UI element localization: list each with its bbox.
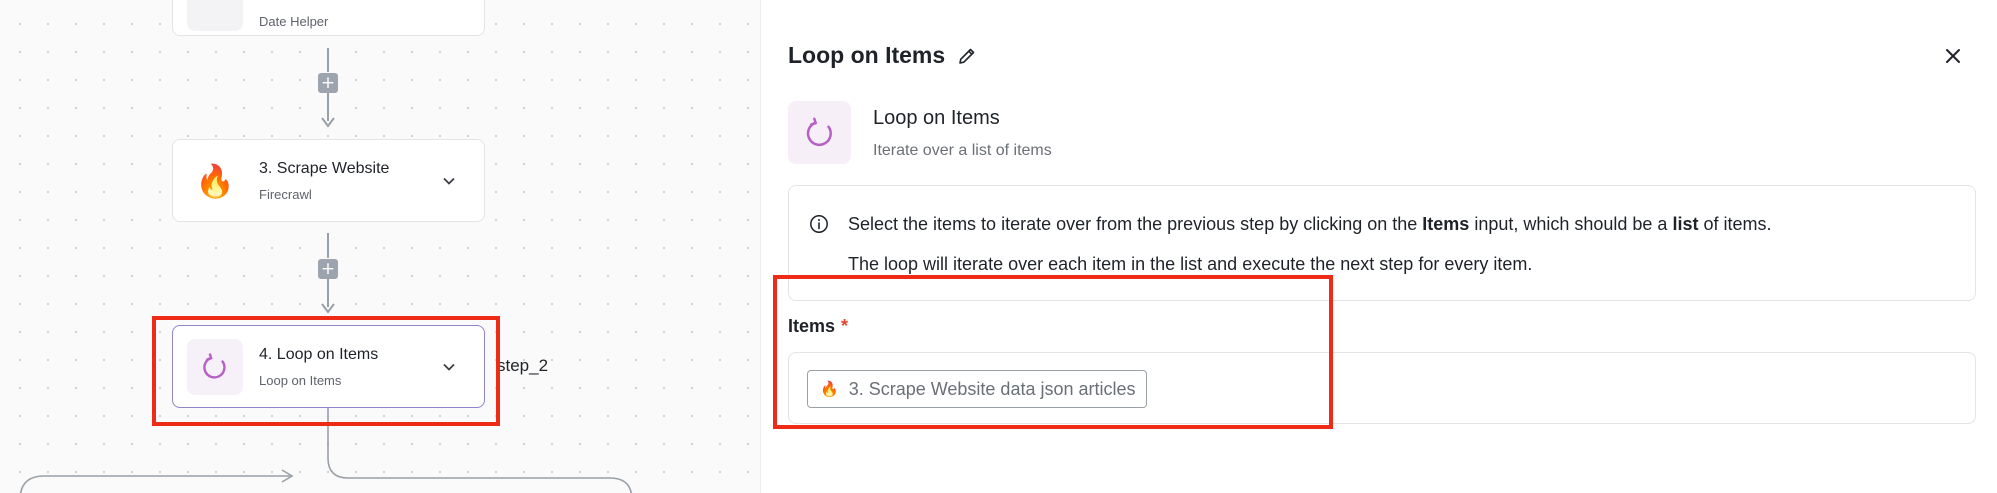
loop-icon [788,101,851,164]
connector-line [327,233,329,258]
node-subtitle: Loop on Items [259,372,342,388]
items-input[interactable]: 🔥 3. Scrape Website data json articles [788,352,1976,424]
required-mark: * [841,316,849,336]
date-helper-icon [187,0,243,31]
node-title: 4. Loop on Items [259,345,379,363]
node-title: 3. Scrape Website [259,159,390,177]
step-name: Loop on Items [873,107,1000,129]
panel-title-text: Loop on Items [788,42,946,68]
step-header: Loop on Items Iterate over a list of ite… [788,101,1052,164]
info-text-line-1: Select the items to iterate over from th… [848,214,1772,234]
flow-node-loop-on-items[interactable]: 4. Loop on Items Loop on Items [172,325,485,408]
flow-canvas[interactable]: Date Helper + 🔥 3. Scrape Website Firecr… [0,0,760,493]
flow-node-date-helper[interactable]: Date Helper [172,0,485,36]
info-text-line-2: The loop will iterate over each item in … [848,254,1533,274]
loop-icon [187,338,243,395]
fire-icon: 🔥 [195,162,235,199]
items-value-chip[interactable]: 🔥 3. Scrape Website data json articles [807,370,1147,408]
chevron-down-icon[interactable] [442,360,456,374]
branch-label: step_2 [497,356,549,375]
pencil-icon[interactable] [957,46,977,66]
step-settings-panel: Loop on Items Loop on Items Iterate over… [760,0,1997,493]
node-subtitle: Firecrawl [259,186,312,202]
items-field-label: Items * [788,316,849,336]
node-subtitle: Date Helper [259,13,329,29]
flow-node-scrape-website[interactable]: 🔥 3. Scrape Website Firecrawl [172,139,485,222]
info-icon [810,215,828,233]
panel-title: Loop on Items [788,42,977,69]
chip-text: 3. Scrape Website data json articles [848,378,1136,399]
chevron-down-icon[interactable] [442,174,456,188]
arrow-down-icon [321,303,335,314]
add-step-button[interactable]: + [318,259,338,279]
connector-line [327,48,329,72]
close-icon[interactable] [1943,46,1963,66]
step-description: Iterate over a list of items [873,142,1052,159]
arrow-down-icon [321,117,335,128]
add-step-button[interactable]: + [318,73,338,93]
fire-icon: 🔥 [820,381,839,398]
info-callout: Select the items to iterate over from th… [788,185,1976,301]
branch-connectors [19,408,633,493]
